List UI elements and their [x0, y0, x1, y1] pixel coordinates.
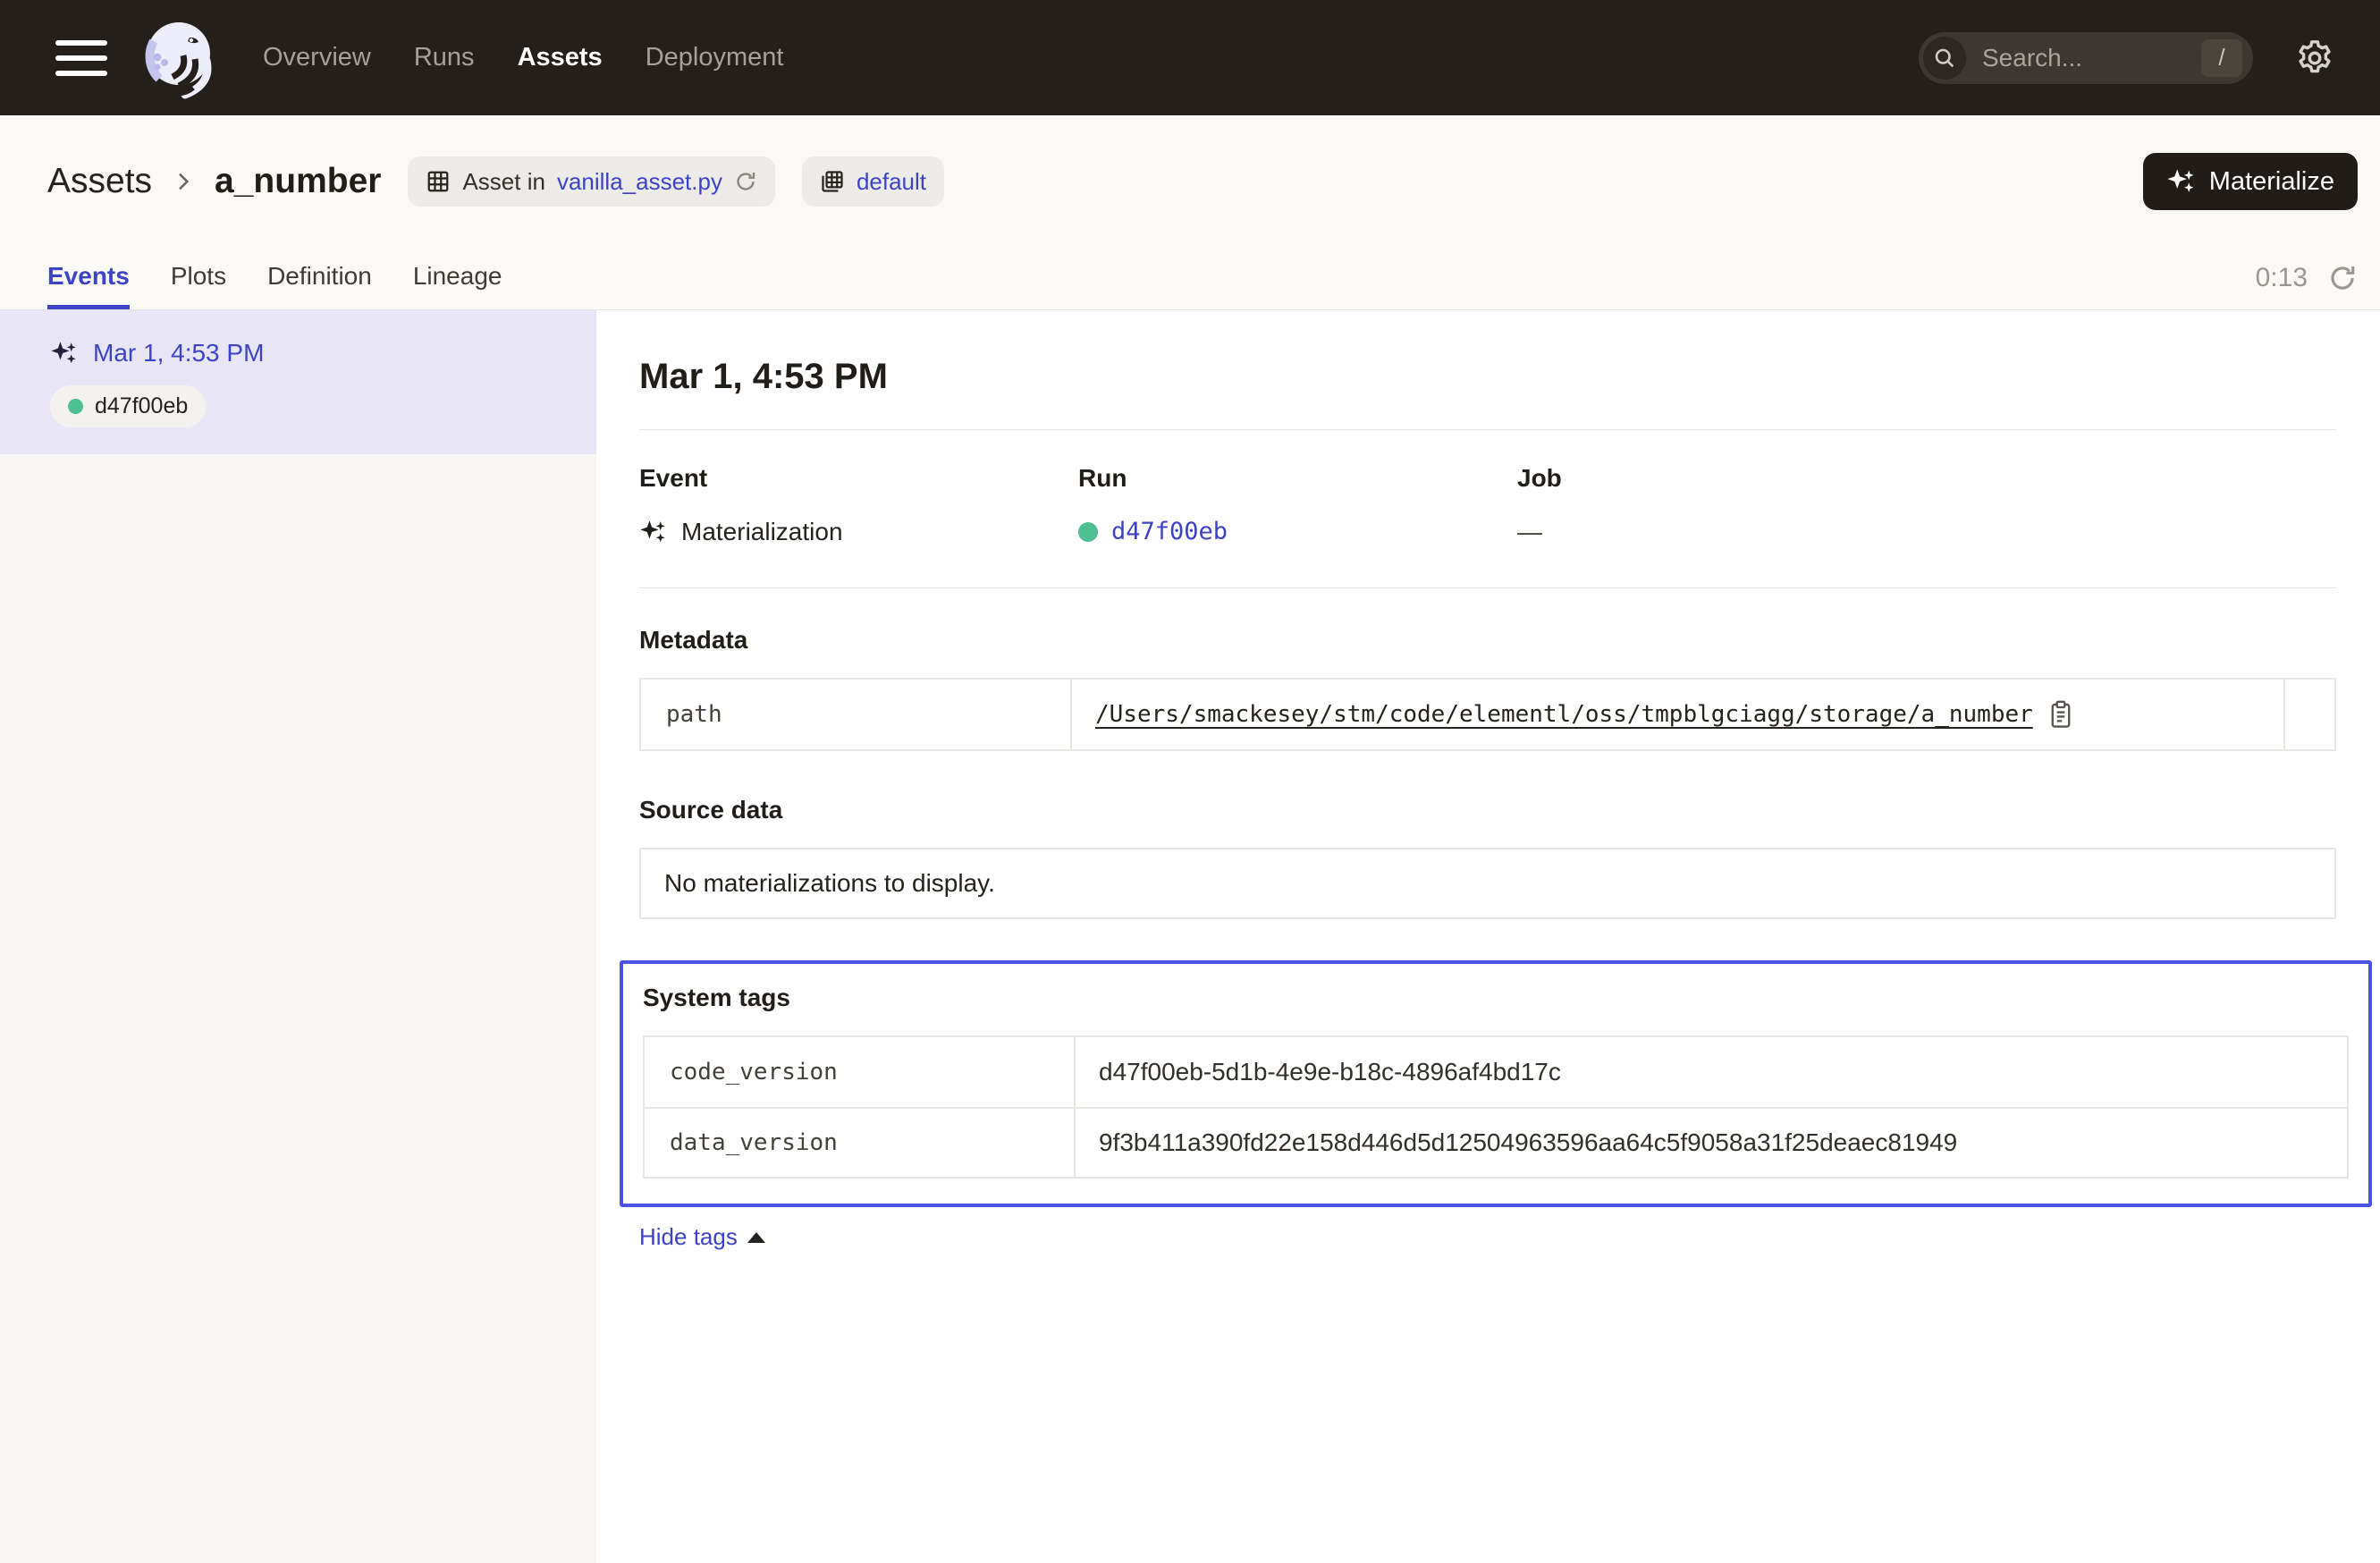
search-shortcut-key: /	[2201, 39, 2242, 77]
source-data-empty-message: No materializations to display.	[639, 848, 2336, 919]
refresh-group: 0:13	[2256, 263, 2358, 309]
table-row: data_version 9f3b411a390fd22e158d446d5d1…	[645, 1107, 2347, 1177]
event-list-sidebar: Mar 1, 4:53 PM d47f00eb	[0, 310, 596, 1563]
reload-definition-icon[interactable]	[734, 170, 757, 193]
event-type-value: Materialization	[681, 518, 843, 546]
event-detail-panel: Mar 1, 4:53 PM Event Materialization Run…	[596, 310, 2380, 1563]
metadata-key: path	[641, 680, 1070, 749]
nav-item-overview[interactable]: Overview	[263, 43, 371, 72]
run-status-dot	[68, 399, 83, 414]
nav-links: Overview Runs Assets Deployment	[263, 43, 783, 72]
tab-lineage[interactable]: Lineage	[413, 262, 502, 309]
materialization-sparkle-icon	[50, 339, 79, 368]
nav-right: /	[1919, 32, 2335, 84]
tab-definition[interactable]: Definition	[267, 262, 372, 309]
asset-in-label: Asset in	[462, 168, 545, 196]
repo-icon	[820, 169, 845, 194]
system-tag-key: data_version	[645, 1109, 1074, 1177]
dagster-logo-icon[interactable]	[139, 18, 222, 104]
search-input[interactable]	[1980, 43, 2201, 73]
job-column: Job —	[1517, 464, 1956, 546]
system-tags-heading: System tags	[643, 984, 2349, 1012]
run-id-link[interactable]: d47f00eb	[1111, 518, 1228, 545]
refresh-countdown: 0:13	[2256, 263, 2308, 293]
system-tags-section: System tags code_version d47f00eb-5d1b-4…	[620, 960, 2372, 1207]
run-column-label: Run	[1078, 464, 1517, 493]
top-nav: Overview Runs Assets Deployment /	[0, 0, 2380, 115]
materialize-button[interactable]: Materialize	[2143, 153, 2358, 210]
copy-icon[interactable]	[2047, 700, 2074, 729]
system-tag-value: 9f3b411a390fd22e158d446d5d12504963596aa6…	[1074, 1109, 2347, 1177]
job-empty-value: —	[1517, 518, 1542, 546]
asset-file-link[interactable]: vanilla_asset.py	[557, 168, 722, 196]
app-root: Overview Runs Assets Deployment / Assets…	[0, 0, 2380, 1563]
system-tag-value: d47f00eb-5d1b-4e9e-b18c-4896af4bd17c	[1074, 1037, 2347, 1107]
run-badge-label: d47f00eb	[95, 393, 188, 419]
hide-tags-label: Hide tags	[639, 1223, 738, 1251]
breadcrumb-assets-link[interactable]: Assets	[47, 162, 152, 201]
repository-badge: default	[802, 156, 944, 207]
table-row: path /Users/smackesey/stm/code/elementl/…	[641, 680, 2334, 749]
system-tags-table: code_version d47f00eb-5d1b-4e9e-b18c-489…	[643, 1035, 2349, 1179]
nav-item-runs[interactable]: Runs	[414, 43, 475, 72]
materialize-button-label: Materialize	[2209, 167, 2334, 197]
source-data-heading: Source data	[639, 796, 2336, 824]
job-column-label: Job	[1517, 464, 1956, 493]
search-icon	[1923, 37, 1966, 80]
metadata-heading: Metadata	[639, 626, 2336, 655]
menu-icon[interactable]	[55, 40, 107, 76]
metadata-table: path /Users/smackesey/stm/code/elementl/…	[639, 678, 2336, 751]
chevron-right-icon	[172, 170, 195, 193]
nav-item-assets[interactable]: Assets	[518, 43, 603, 72]
tab-plots[interactable]: Plots	[171, 262, 226, 309]
event-timestamp-link[interactable]: Mar 1, 4:53 PM	[93, 339, 264, 368]
settings-gear-icon[interactable]	[2294, 38, 2335, 79]
hide-tags-link[interactable]: Hide tags	[639, 1223, 765, 1251]
event-item-header: Mar 1, 4:53 PM	[50, 339, 596, 368]
refresh-icon[interactable]	[2327, 263, 2358, 293]
event-summary-row: Event Materialization Run d47f00eb Job	[639, 430, 2336, 587]
tab-events[interactable]: Events	[47, 262, 130, 309]
event-column: Event Materialization	[639, 464, 1078, 546]
caret-up-icon	[747, 1232, 765, 1243]
table-grid-icon	[426, 169, 451, 194]
asset-tabs: Events Plots Definition Lineage 0:13	[47, 262, 2358, 309]
search-box[interactable]: /	[1919, 32, 2253, 84]
content-area: Mar 1, 4:53 PM d47f00eb Mar 1, 4:53 PM E…	[0, 310, 2380, 1563]
run-id-badge[interactable]: d47f00eb	[50, 385, 206, 427]
asset-name-title: a_number	[215, 162, 381, 201]
event-list-item[interactable]: Mar 1, 4:53 PM d47f00eb	[0, 310, 596, 454]
metadata-path-link[interactable]: /Users/smackesey/stm/code/elementl/oss/t…	[1095, 701, 2033, 728]
breadcrumb: Assets a_number Asset in vanilla_asset.p…	[47, 153, 2358, 210]
repo-link[interactable]: default	[857, 168, 926, 196]
sparkle-icon	[2166, 166, 2197, 197]
page-header: Assets a_number Asset in vanilla_asset.p…	[0, 115, 2380, 310]
divider	[639, 587, 2336, 588]
system-tag-key: code_version	[645, 1037, 1074, 1107]
event-column-label: Event	[639, 464, 1078, 493]
table-row: code_version d47f00eb-5d1b-4e9e-b18c-489…	[645, 1037, 2347, 1107]
run-status-dot	[1078, 522, 1098, 542]
materialization-sparkle-icon	[639, 518, 668, 546]
nav-item-deployment[interactable]: Deployment	[646, 43, 784, 72]
event-detail-title: Mar 1, 4:53 PM	[639, 357, 2336, 397]
asset-definition-badge: Asset in vanilla_asset.py	[408, 156, 775, 207]
run-column: Run d47f00eb	[1078, 464, 1517, 546]
metadata-actions-cell	[2283, 680, 2334, 749]
